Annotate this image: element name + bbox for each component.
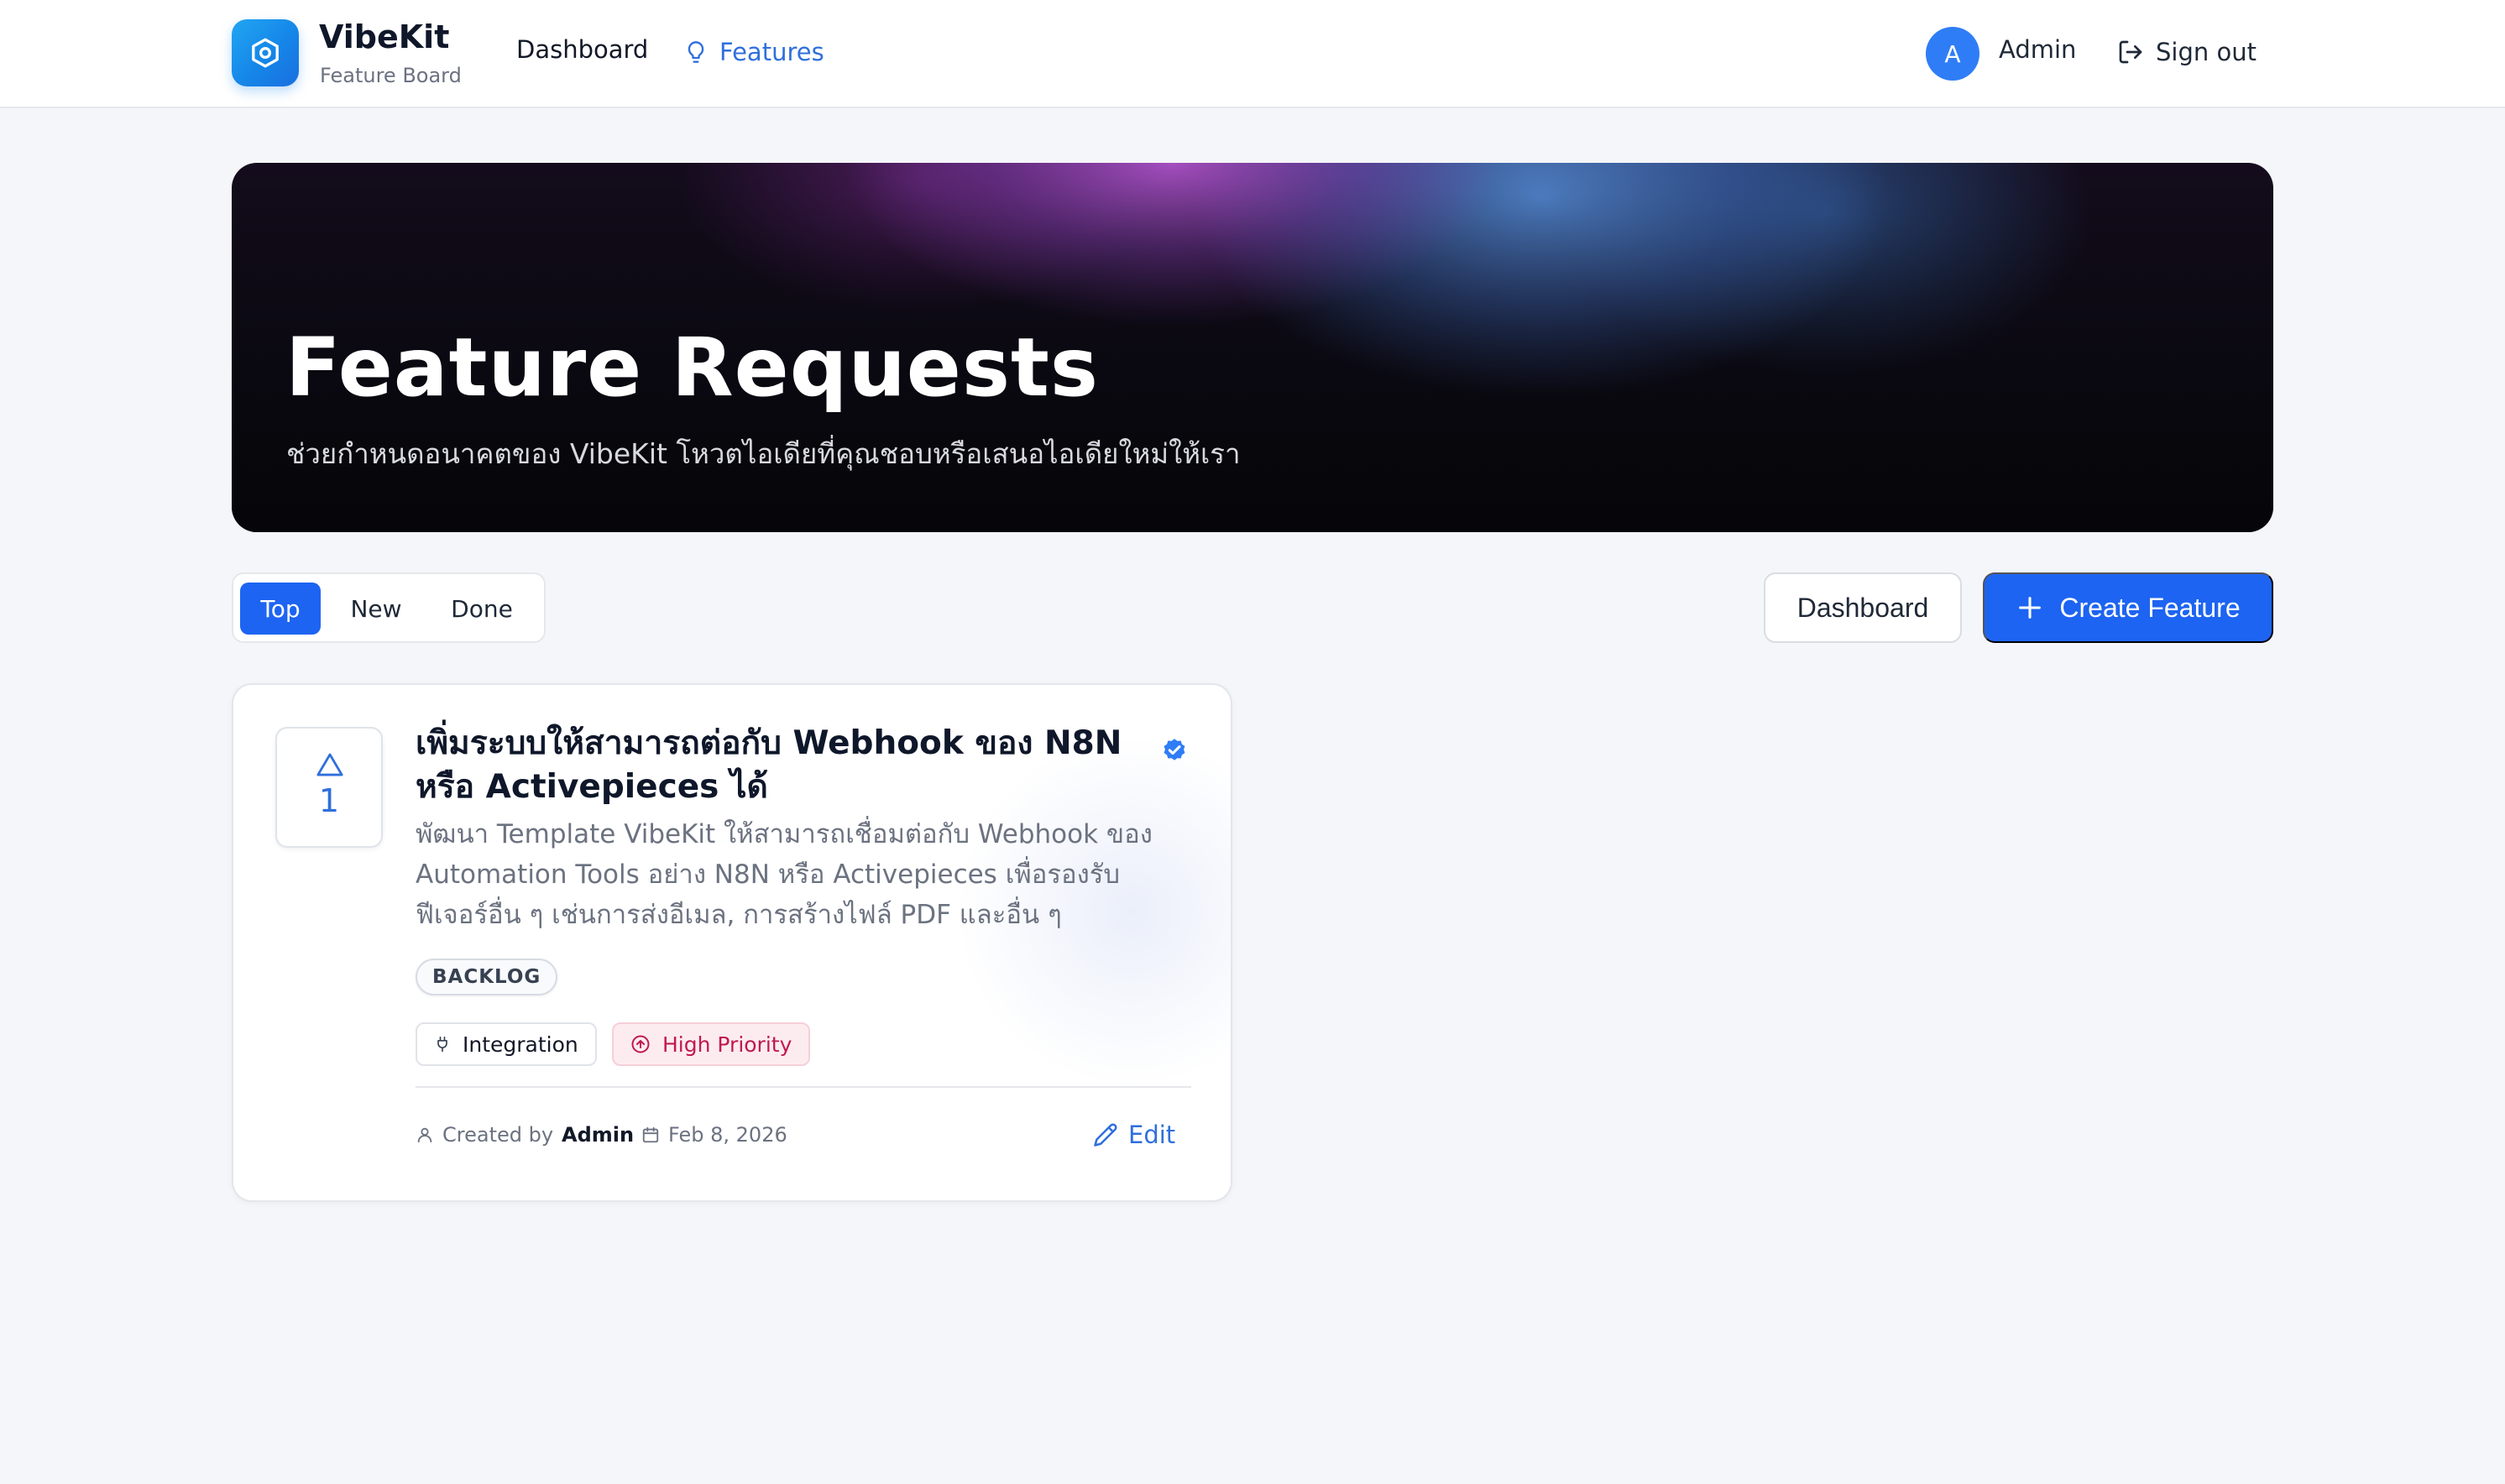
user-icon	[417, 1127, 432, 1143]
created-date-value: Feb 8, 2026	[668, 1123, 787, 1147]
created-date: Feb 8, 2026	[641, 1118, 787, 1152]
user-avatar[interactable]: A	[1926, 27, 1979, 81]
edit-button[interactable]: Edit	[1093, 1115, 1175, 1155]
nav-link-dashboard[interactable]: Dashboard	[516, 35, 648, 64]
nav-link-features[interactable]: Features	[684, 32, 824, 72]
app-logo[interactable]	[232, 19, 299, 86]
top-navigation-bar: VibeKit Feature Board Dashboard Features…	[0, 0, 2505, 108]
hero-banner: Feature Requests ช่วยกำหนดอนาคตของ VibeK…	[232, 163, 2273, 532]
create-feature-label: Create Feature	[2059, 592, 2241, 623]
created-by-prefix: Created by	[442, 1123, 554, 1147]
tag-high-priority-label: High Priority	[662, 1032, 792, 1057]
tab-new[interactable]: New	[326, 583, 426, 635]
create-feature-button[interactable]: Create Feature	[1983, 572, 2273, 643]
brand-subtitle: Feature Board	[320, 64, 462, 87]
sign-out-label: Sign out	[2156, 38, 2257, 66]
upvote-button[interactable]: 1	[275, 727, 383, 848]
tab-done[interactable]: Done	[430, 583, 534, 635]
triangle-up-icon	[316, 753, 343, 776]
tag-integration-label: Integration	[463, 1032, 578, 1057]
edit-label: Edit	[1128, 1121, 1176, 1149]
lightbulb-icon	[688, 41, 704, 63]
sort-tabs: Top New Done	[232, 572, 546, 643]
user-name: Admin	[1999, 35, 2077, 64]
feature-card[interactable]: 1 เพิ่มระบบให้สามารถต่อกับ Webhook ของ N…	[232, 683, 1232, 1202]
feature-description: พัฒนา Template VibeKit ให้สามารถเชื่อมต่…	[416, 819, 1153, 930]
log-out-icon	[2119, 40, 2142, 64]
tag-integration: Integration	[416, 1022, 597, 1066]
status-badge: BACKLOG	[416, 959, 558, 995]
card-divider	[416, 1086, 1191, 1088]
created-by: Created by Admin	[416, 1118, 634, 1152]
check-badge-icon	[1164, 739, 1185, 760]
tag-high-priority: High Priority	[612, 1022, 811, 1066]
pencil-icon	[1094, 1123, 1117, 1147]
brand-name: VibeKit	[319, 18, 450, 55]
tab-top[interactable]: Top	[240, 583, 321, 635]
page-subtitle: ช่วยกำหนดอนาคตของ VibeKit โหวตไอเดียที่ค…	[286, 437, 1241, 470]
feature-title[interactable]: เพิ่มระบบให้สามารถต่อกับ Webhook ของ N8N…	[416, 722, 1154, 809]
vote-count: 1	[318, 782, 340, 819]
plus-icon	[2019, 597, 2042, 619]
calendar-icon	[642, 1126, 659, 1143]
nav-link-features-label: Features	[719, 38, 824, 66]
plug-icon	[437, 1036, 447, 1053]
dashboard-button[interactable]: Dashboard	[1764, 572, 1962, 643]
author-name: Admin	[562, 1123, 635, 1147]
page-title: Feature Requests	[285, 321, 1100, 415]
sign-out-button[interactable]: Sign out	[2117, 32, 2257, 72]
arrow-up-circle-icon	[631, 1035, 650, 1053]
hexagon-icon	[252, 38, 279, 68]
